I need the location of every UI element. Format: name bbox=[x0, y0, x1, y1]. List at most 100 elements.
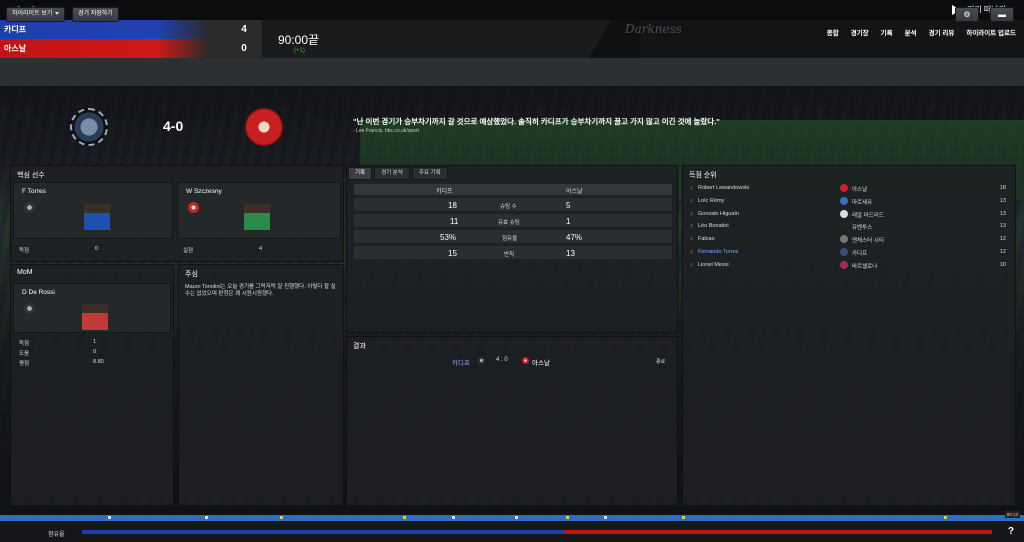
player-info-icon: ♪ bbox=[690, 210, 693, 217]
stat-away-value: 13 bbox=[566, 249, 575, 258]
referee-comment: Mauro Tonolini는 오늘 경기를 그럭저럭 잘 진행했다. 이렇다 … bbox=[185, 284, 336, 297]
scorer-goals: 10 bbox=[999, 261, 1006, 268]
menu-review[interactable]: 경기 리뷰 bbox=[929, 27, 955, 37]
scorer-club[interactable]: 맨체스터 시티 bbox=[852, 236, 884, 244]
chevron-down-icon bbox=[55, 11, 60, 15]
menu-stadium[interactable]: 경기장 bbox=[851, 27, 869, 37]
scorer-name[interactable]: Robert Lewandowski bbox=[698, 185, 749, 191]
scorer-name[interactable]: Gonzalo Higuaín bbox=[698, 211, 739, 217]
club-badge-icon bbox=[840, 209, 848, 218]
key-player-home[interactable]: F Torres bbox=[13, 182, 173, 239]
stats-header: 카디프 아스날 bbox=[354, 184, 672, 195]
scorer-club[interactable]: 바르셀로나 bbox=[852, 262, 877, 270]
player-info-icon: ♪ bbox=[690, 236, 693, 243]
stat-label: 점유율 bbox=[502, 236, 518, 242]
home-team-name: 카디프 bbox=[4, 25, 27, 34]
scorer-row[interactable]: ♪ Robert Lewandowski 아스날 18 bbox=[688, 183, 1008, 195]
added-time: (+1) bbox=[294, 48, 305, 54]
scorer-row[interactable]: ♪ Léo Bonatini 유벤투스 13 bbox=[688, 221, 1008, 233]
club-badge-icon bbox=[840, 222, 848, 231]
match-timeline[interactable] bbox=[0, 515, 1024, 521]
save-match-button[interactable]: 경기 저장하기 bbox=[72, 7, 119, 22]
timeline-card-marker[interactable] bbox=[280, 516, 283, 519]
scorer-name[interactable]: Falcao bbox=[698, 236, 715, 242]
club-badge-icon bbox=[188, 202, 199, 213]
tab-match-analysis[interactable]: 경기 분석 bbox=[374, 167, 410, 180]
result-row[interactable]: 카디프 4 : 0 아스날 종료 bbox=[352, 355, 672, 367]
timeline-event-marker[interactable] bbox=[205, 516, 208, 519]
timeline-card-marker[interactable] bbox=[566, 516, 569, 519]
timeline-event-marker[interactable] bbox=[108, 516, 111, 519]
chat-button[interactable]: ▬ bbox=[990, 7, 1014, 22]
home-team-row: 카디프 4 bbox=[0, 20, 262, 39]
scorer-club[interactable]: 아스날 bbox=[852, 185, 867, 193]
main-menu: 종합 경기장 기록 분석 경기 리뷰 하이라이트 업로드 bbox=[827, 27, 1016, 37]
timeline-clock: 90:13 bbox=[1004, 511, 1020, 518]
help-button[interactable]: ? bbox=[1008, 526, 1014, 537]
brand-logo: Darkness bbox=[625, 22, 682, 36]
view-highlights-button[interactable]: 하이라이트 보기 bbox=[6, 7, 66, 22]
timeline-event-marker[interactable] bbox=[515, 516, 518, 519]
timeline-card-marker[interactable] bbox=[403, 516, 406, 519]
mom-stat-value: 1 bbox=[93, 339, 97, 345]
mom-stat-label: 도움 bbox=[19, 351, 30, 357]
scorer-row[interactable]: ♪ Falcao 맨체스터 시티 12 bbox=[688, 234, 1008, 246]
timeline-card-marker[interactable] bbox=[682, 516, 685, 519]
menu-upload-highlights[interactable]: 하이라이트 업로드 bbox=[966, 27, 1016, 37]
player-photo bbox=[82, 304, 108, 330]
result-home-team[interactable]: 카디프 bbox=[452, 357, 470, 367]
player-photo bbox=[244, 204, 270, 230]
result-away-team[interactable]: 아스날 bbox=[532, 357, 550, 367]
scorer-row[interactable]: ♪ Lionel Messi 바르셀로나 10 bbox=[688, 260, 1008, 272]
mom-player-card[interactable]: D De Rossi bbox=[13, 283, 171, 333]
scorer-club[interactable]: 카디프 bbox=[852, 249, 867, 257]
club-badge-icon bbox=[840, 260, 848, 269]
stat-label: 반칙 bbox=[504, 252, 515, 258]
away-team-row: 아스날 0 bbox=[0, 39, 262, 58]
scorer-row[interactable]: ♪ Fernando Torres 카디프 12 bbox=[688, 247, 1008, 259]
timeline-event-marker[interactable] bbox=[604, 516, 607, 519]
club-badge-icon bbox=[840, 235, 848, 244]
menu-stats[interactable]: 기록 bbox=[881, 27, 893, 37]
scorer-goals: 18 bbox=[999, 185, 1006, 191]
stat-home-value: 53% bbox=[440, 233, 457, 242]
scorer-name[interactable]: Lionel Messi bbox=[698, 262, 729, 268]
player-info-icon: ♪ bbox=[690, 249, 693, 255]
mom-stat-value: 8.80 bbox=[93, 359, 104, 365]
scorer-name[interactable]: Léo Bonatini bbox=[698, 223, 729, 229]
mom-stat-label: 평점 bbox=[19, 361, 30, 367]
match-time: 90:00끝 bbox=[278, 33, 320, 47]
timeline-card-marker[interactable] bbox=[944, 516, 947, 519]
key-player-away[interactable]: W Szczesny bbox=[177, 182, 341, 239]
settings-button[interactable]: ⚙ bbox=[955, 7, 979, 22]
stat-label: 슈팅 수 bbox=[500, 204, 517, 210]
mom-stat-label: 득점 bbox=[19, 341, 30, 347]
home-team-score: 4 bbox=[241, 24, 247, 35]
menu-overview[interactable]: 종합 bbox=[827, 27, 839, 37]
club-badge-icon bbox=[840, 248, 848, 256]
club-badge-icon bbox=[24, 303, 35, 314]
timeline-event-marker[interactable] bbox=[452, 516, 455, 519]
club-badge-icon bbox=[840, 184, 848, 192]
scorer-club[interactable]: 레알 마드리드 bbox=[852, 211, 884, 219]
tab-key-events[interactable]: 주요 기록 bbox=[411, 167, 448, 180]
final-score: 4-0 bbox=[163, 118, 184, 134]
stat-away-value: 5 bbox=[566, 201, 571, 210]
mom-panel: MoM D De Rossi 득점 1 도움 0 평점 8.80 bbox=[10, 264, 174, 506]
home-badge-icon bbox=[478, 357, 485, 364]
scorer-club[interactable]: 마르세유 bbox=[852, 198, 872, 206]
scorer-goals: 13 bbox=[999, 210, 1006, 217]
player-name: D De Rossi bbox=[22, 289, 55, 296]
stats-tabs: 기록 경기 분석 주요 기록 bbox=[348, 167, 448, 180]
menu-analysis[interactable]: 분석 bbox=[905, 27, 917, 37]
scorer-row[interactable]: ♪ Gonzalo Higuaín 레알 마드리드 13 bbox=[688, 209, 1008, 221]
scorer-club[interactable]: 유벤투스 bbox=[852, 223, 872, 231]
player-info-icon: ♪ bbox=[690, 197, 693, 204]
scorer-name[interactable]: Fernando Torres bbox=[698, 249, 738, 255]
scorer-row[interactable]: ♪ Loïc Rémy 마르세유 13 bbox=[688, 196, 1008, 208]
tab-stats[interactable]: 기록 bbox=[348, 167, 373, 180]
scorer-goals: 12 bbox=[999, 249, 1006, 255]
player-name: W Szczesny bbox=[186, 188, 222, 195]
scorer-name[interactable]: Loïc Rémy bbox=[698, 198, 724, 204]
club-badge-icon bbox=[24, 202, 35, 213]
